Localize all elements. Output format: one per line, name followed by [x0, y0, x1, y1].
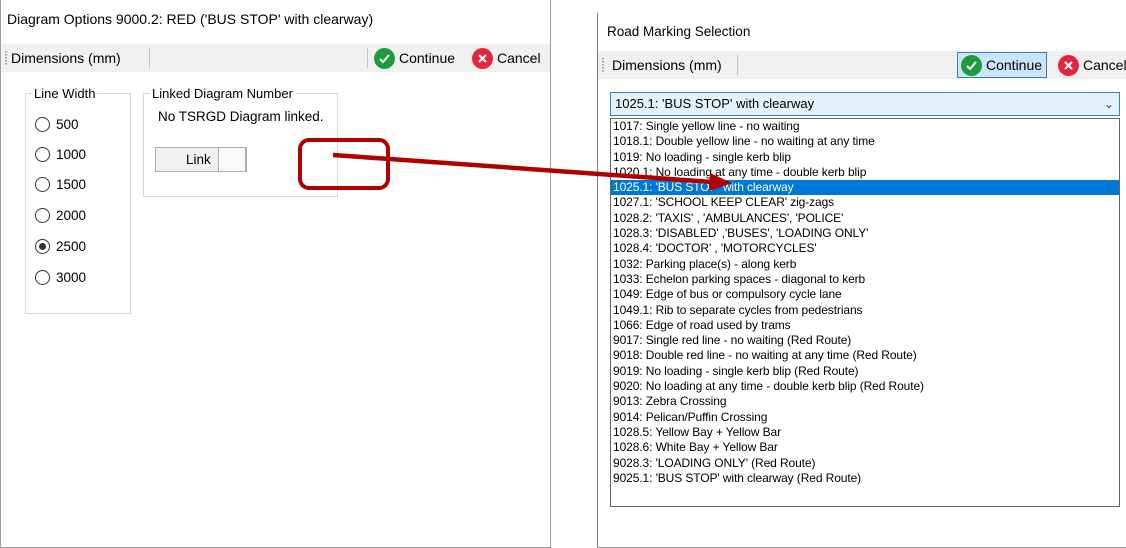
- close-icon: [1058, 54, 1079, 76]
- dropdown-option[interactable]: 1027.1: 'SCHOOL KEEP CLEAR' zig-zags: [611, 195, 1119, 210]
- dropdown-option[interactable]: 1028.5: Yellow Bay + Yellow Bar: [611, 425, 1119, 440]
- window-title: Road Marking Selection: [607, 24, 751, 39]
- road-marking-dropdown-list[interactable]: 1017: Single yellow line - no waiting 101…: [610, 118, 1120, 507]
- toolbar-separator: [737, 55, 738, 75]
- dropdown-option[interactable]: 9019: No loading - single kerb blip (Red…: [611, 364, 1119, 379]
- checkmark-icon: [374, 47, 395, 69]
- road-marking-window: Road Marking Selection Dimensions (mm) C…: [597, 13, 1126, 548]
- linked-status-text: No TSRGD Diagram linked.: [158, 109, 324, 124]
- dropdown-option[interactable]: 1025.1: 'BUS STOP' with clearway: [611, 180, 1119, 196]
- toolbar-grip[interactable]: [5, 51, 7, 65]
- toolbar-separator: [149, 48, 150, 68]
- dropdown-option[interactable]: 1019: No loading - single kerb blip: [611, 150, 1119, 165]
- link-button[interactable]: Link: [155, 147, 247, 172]
- radio-2000[interactable]: 2000: [35, 208, 86, 223]
- dropdown-option[interactable]: 1066: Edge of road used by trams: [611, 318, 1119, 333]
- dropdown-option[interactable]: 9014: Pelican/Puffin Crossing: [611, 410, 1119, 425]
- dropdown-option[interactable]: 9013: Zebra Crossing: [611, 394, 1119, 409]
- radio-label: 2500: [56, 239, 87, 254]
- select-value: 1025.1: 'BUS STOP' with clearway: [615, 96, 815, 111]
- radio-dot: [39, 243, 46, 250]
- radio-1500[interactable]: 1500: [35, 177, 86, 192]
- radio-1000[interactable]: 1000: [35, 147, 86, 162]
- dropdown-option[interactable]: 9028.3: 'LOADING ONLY' (Red Route): [611, 456, 1119, 471]
- dropdown-option[interactable]: 1032: Parking place(s) - along kerb: [611, 257, 1119, 272]
- dropdown-option[interactable]: 9025.1: 'BUS STOP' with clearway (Red Ro…: [611, 471, 1119, 486]
- radio-label: 1000: [56, 147, 87, 162]
- continue-button[interactable]: Continue: [374, 46, 455, 70]
- cancel-label: Cancel: [1083, 57, 1126, 73]
- road-marking-select[interactable]: 1025.1: 'BUS STOP' with clearway ⌄: [610, 92, 1120, 116]
- dropdown-option[interactable]: 1033: Echelon parking spaces - diagonal …: [611, 272, 1119, 287]
- dropdown-option[interactable]: 1020.1: No loading at any time - double …: [611, 165, 1119, 180]
- window-title: Diagram Options 9000.2: RED ('BUS STOP' …: [7, 11, 374, 27]
- continue-label: Continue: [399, 50, 456, 66]
- radio-circle: [35, 147, 50, 162]
- dimensions-label: Dimensions (mm): [11, 50, 121, 66]
- radio-3000[interactable]: 3000: [35, 270, 86, 285]
- radio-circle: [35, 208, 50, 223]
- radio-500[interactable]: 500: [35, 117, 79, 132]
- dropdown-option[interactable]: 1028.2: 'TAXIS' , 'AMBULANCES', 'POLICE': [611, 211, 1119, 226]
- dropdown-option[interactable]: 1049.1: Rib to separate cycles from pede…: [611, 303, 1119, 318]
- radio-2500[interactable]: 2500: [35, 239, 86, 254]
- radio-label: 3000: [56, 270, 87, 285]
- dimensions-label: Dimensions (mm): [612, 57, 722, 73]
- dropdown-option[interactable]: 1028.3: 'DISABLED' ,'BUSES', 'LOADING ON…: [611, 226, 1119, 241]
- group-title: Line Width: [32, 86, 98, 101]
- toolbar: Dimensions (mm) Continue Cancel: [1, 44, 550, 72]
- close-icon: [472, 47, 493, 69]
- link-label: Link: [186, 152, 211, 167]
- dropdown-option[interactable]: 1018.1: Double yellow line - no waiting …: [611, 134, 1119, 149]
- radio-label: 1500: [56, 177, 87, 192]
- radio-circle: [35, 270, 50, 285]
- chevron-down-icon[interactable]: ⌄: [1104, 97, 1114, 111]
- dropdown-option[interactable]: 9018: Double red line - no waiting at an…: [611, 348, 1119, 363]
- dropdown-option[interactable]: 9020: No loading at any time - double ke…: [611, 379, 1119, 394]
- radio-circle: [35, 177, 50, 192]
- toolbar-separator: [367, 48, 368, 68]
- cancel-button[interactable]: Cancel: [472, 46, 541, 70]
- dropdown-option[interactable]: 1028.6: White Bay + Yellow Bar: [611, 440, 1119, 455]
- checkmark-icon: [961, 54, 982, 76]
- continue-button[interactable]: Continue: [957, 52, 1048, 78]
- radio-circle: [35, 117, 50, 132]
- dropdown-option[interactable]: 9017: Single red line - no waiting (Red …: [611, 333, 1119, 348]
- continue-label: Continue: [986, 57, 1043, 73]
- dropdown-option[interactable]: 1028.4: 'DOCTOR' , 'MOTORCYCLES': [611, 241, 1119, 256]
- linked-diagram-group: Linked Diagram Number No TSRGD Diagram l…: [143, 86, 338, 197]
- dropdown-option[interactable]: 1017: Single yellow line - no waiting: [611, 119, 1119, 134]
- group-title: Linked Diagram Number: [150, 86, 295, 101]
- diagram-options-window: Diagram Options 9000.2: RED ('BUS STOP' …: [0, 0, 551, 548]
- dropdown-option[interactable]: 1049: Edge of bus or compulsory cycle la…: [611, 287, 1119, 302]
- line-width-group: Line Width 500 1000 1500 2000 2500 3000: [25, 86, 131, 314]
- link-button-inner: [218, 147, 246, 172]
- toolbar-grip[interactable]: [602, 58, 604, 72]
- radio-label: 500: [56, 117, 79, 132]
- cancel-label: Cancel: [497, 50, 541, 66]
- cancel-button[interactable]: Cancel: [1058, 53, 1126, 77]
- radio-label: 2000: [56, 208, 87, 223]
- toolbar: Dimensions (mm) Continue Cancel: [598, 51, 1126, 79]
- radio-circle: [35, 239, 50, 254]
